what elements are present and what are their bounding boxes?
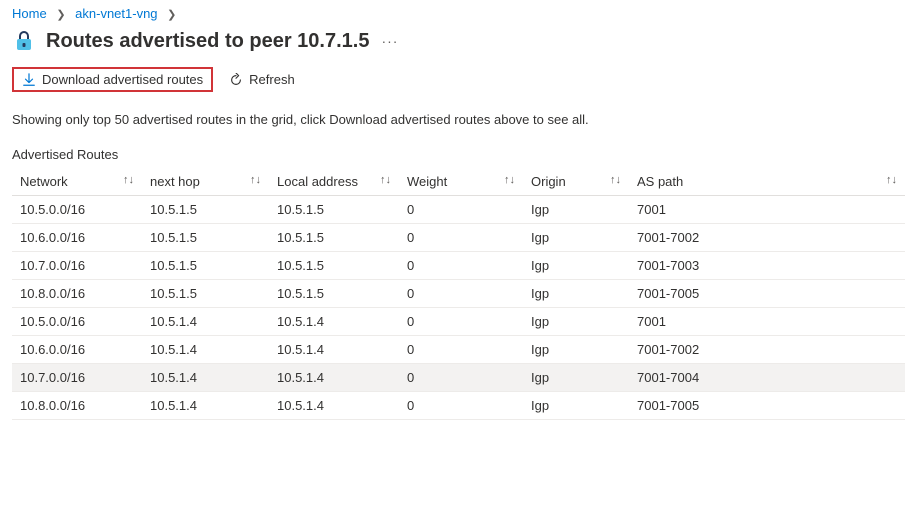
cell-nexthop: 10.5.1.5 <box>142 196 269 224</box>
table-row[interactable]: 10.7.0.0/1610.5.1.510.5.1.50Igp7001-7003 <box>12 252 905 280</box>
cell-nexthop: 10.5.1.5 <box>142 252 269 280</box>
cell-weight: 0 <box>399 252 523 280</box>
cell-network: 10.7.0.0/16 <box>12 252 142 280</box>
table-row[interactable]: 10.8.0.0/1610.5.1.410.5.1.40Igp7001-7005 <box>12 392 905 420</box>
download-advertised-routes-button[interactable]: Download advertised routes <box>12 67 213 92</box>
advertised-routes-table: Network↑↓ next hop↑↓ Local address↑↓ Wei… <box>12 168 905 420</box>
cell-origin: Igp <box>523 392 629 420</box>
sort-icon: ↑↓ <box>250 174 261 186</box>
cell-nexthop: 10.5.1.5 <box>142 224 269 252</box>
refresh-label: Refresh <box>249 72 295 87</box>
cell-weight: 0 <box>399 196 523 224</box>
refresh-button[interactable]: Refresh <box>223 69 301 90</box>
cell-network: 10.6.0.0/16 <box>12 224 142 252</box>
cell-weight: 0 <box>399 280 523 308</box>
cell-weight: 0 <box>399 224 523 252</box>
breadcrumb-home[interactable]: Home <box>12 6 47 21</box>
cell-localaddress: 10.5.1.5 <box>269 196 399 224</box>
cell-network: 10.8.0.0/16 <box>12 392 142 420</box>
info-text: Showing only top 50 advertised routes in… <box>12 112 905 127</box>
cell-nexthop: 10.5.1.5 <box>142 280 269 308</box>
cell-origin: Igp <box>523 224 629 252</box>
cell-nexthop: 10.5.1.4 <box>142 308 269 336</box>
table-row[interactable]: 10.8.0.0/1610.5.1.510.5.1.50Igp7001-7005 <box>12 280 905 308</box>
cell-network: 10.8.0.0/16 <box>12 280 142 308</box>
column-header-localaddress[interactable]: Local address↑↓ <box>269 168 399 196</box>
refresh-icon <box>229 73 243 87</box>
cell-aspath: 7001-7005 <box>629 280 905 308</box>
column-header-nexthop[interactable]: next hop↑↓ <box>142 168 269 196</box>
cell-network: 10.7.0.0/16 <box>12 364 142 392</box>
column-header-aspath[interactable]: AS path↑↓ <box>629 168 905 196</box>
cell-origin: Igp <box>523 308 629 336</box>
cell-localaddress: 10.5.1.4 <box>269 392 399 420</box>
cell-nexthop: 10.5.1.4 <box>142 364 269 392</box>
table-row[interactable]: 10.7.0.0/1610.5.1.410.5.1.40Igp7001-7004 <box>12 364 905 392</box>
cell-origin: Igp <box>523 196 629 224</box>
sort-icon: ↑↓ <box>886 174 897 186</box>
sort-icon: ↑↓ <box>504 174 515 186</box>
table-row[interactable]: 10.5.0.0/1610.5.1.510.5.1.50Igp7001 <box>12 196 905 224</box>
cell-weight: 0 <box>399 336 523 364</box>
cell-weight: 0 <box>399 364 523 392</box>
cell-aspath: 7001 <box>629 196 905 224</box>
table-title: Advertised Routes <box>12 147 905 162</box>
cell-nexthop: 10.5.1.4 <box>142 392 269 420</box>
more-actions-button[interactable]: ··· <box>381 33 398 49</box>
table-row[interactable]: 10.6.0.0/1610.5.1.410.5.1.40Igp7001-7002 <box>12 336 905 364</box>
cell-origin: Igp <box>523 336 629 364</box>
cell-localaddress: 10.5.1.5 <box>269 280 399 308</box>
lock-icon <box>12 29 36 53</box>
cell-aspath: 7001-7002 <box>629 336 905 364</box>
table-row[interactable]: 10.6.0.0/1610.5.1.510.5.1.50Igp7001-7002 <box>12 224 905 252</box>
cell-origin: Igp <box>523 280 629 308</box>
cell-aspath: 7001-7002 <box>629 224 905 252</box>
table-row[interactable]: 10.5.0.0/1610.5.1.410.5.1.40Igp7001 <box>12 308 905 336</box>
cell-aspath: 7001-7005 <box>629 392 905 420</box>
cell-weight: 0 <box>399 308 523 336</box>
cell-localaddress: 10.5.1.5 <box>269 252 399 280</box>
cell-aspath: 7001-7004 <box>629 364 905 392</box>
cell-aspath: 7001 <box>629 308 905 336</box>
sort-icon: ↑↓ <box>123 174 134 186</box>
cell-nexthop: 10.5.1.4 <box>142 336 269 364</box>
breadcrumb: Home ❯ akn-vnet1-vng ❯ <box>12 4 905 25</box>
column-header-network[interactable]: Network↑↓ <box>12 168 142 196</box>
cell-weight: 0 <box>399 392 523 420</box>
page-title: Routes advertised to peer 10.7.1.5 <box>46 30 369 53</box>
chevron-right-icon: ❯ <box>56 9 65 21</box>
column-header-weight[interactable]: Weight↑↓ <box>399 168 523 196</box>
column-header-origin[interactable]: Origin↑↓ <box>523 168 629 196</box>
cell-localaddress: 10.5.1.4 <box>269 308 399 336</box>
cell-aspath: 7001-7003 <box>629 252 905 280</box>
cell-network: 10.5.0.0/16 <box>12 196 142 224</box>
cell-origin: Igp <box>523 252 629 280</box>
sort-icon: ↑↓ <box>610 174 621 186</box>
download-icon <box>22 73 36 87</box>
breadcrumb-resource[interactable]: akn-vnet1-vng <box>75 6 157 21</box>
cell-network: 10.5.0.0/16 <box>12 308 142 336</box>
download-label: Download advertised routes <box>42 72 203 87</box>
cell-network: 10.6.0.0/16 <box>12 336 142 364</box>
cell-localaddress: 10.5.1.5 <box>269 224 399 252</box>
cell-origin: Igp <box>523 364 629 392</box>
cell-localaddress: 10.5.1.4 <box>269 364 399 392</box>
chevron-right-icon: ❯ <box>167 9 176 21</box>
cell-localaddress: 10.5.1.4 <box>269 336 399 364</box>
sort-icon: ↑↓ <box>380 174 391 186</box>
